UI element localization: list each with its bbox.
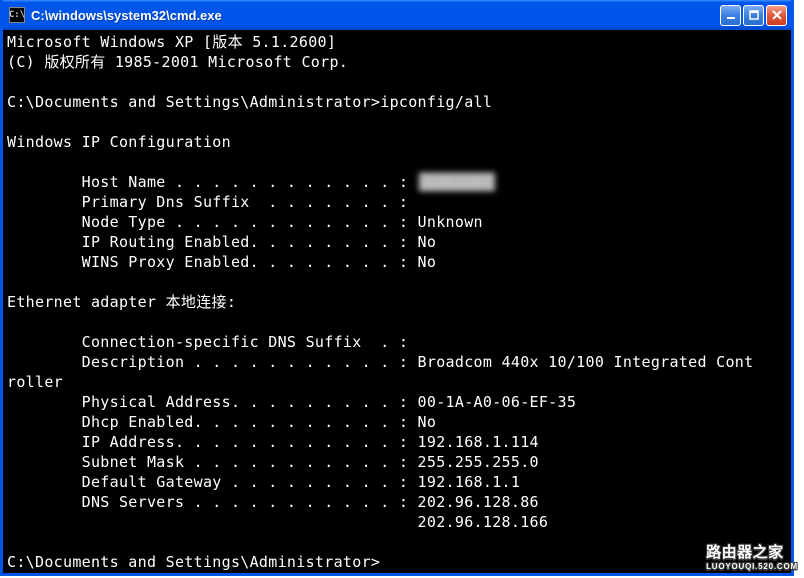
- physical-address: Physical Address. . . . . . . . . : 00-1…: [7, 393, 576, 411]
- ip-address: IP Address. . . . . . . . . . . . : 192.…: [7, 433, 539, 451]
- subnet-mask: Subnet Mask . . . . . . . . . . . : 255.…: [7, 453, 539, 471]
- os-header-line1: Microsoft Windows XP [版本 5.1.2600]: [7, 33, 336, 51]
- dns-servers-1: DNS Servers . . . . . . . . . . . : 202.…: [7, 493, 539, 511]
- ip-routing: IP Routing Enabled. . . . . . . . : No: [7, 233, 436, 251]
- dhcp-enabled: Dhcp Enabled. . . . . . . . . . . : No: [7, 413, 436, 431]
- cmd-window: C:\ C:\windows\system32\cmd.exe Microsof…: [0, 0, 794, 576]
- conn-dns-suffix: Connection-specific DNS Suffix . :: [7, 333, 408, 351]
- prompt-idle: C:\Documents and Settings\Administrator>: [7, 553, 380, 571]
- watermark-main: 路由器之家: [706, 544, 784, 561]
- watermark-sub: LUOYOUQI.520.COM: [706, 560, 798, 574]
- section-winip: Windows IP Configuration: [7, 133, 231, 151]
- titlebar[interactable]: C:\ C:\windows\system32\cmd.exe: [3, 0, 791, 30]
- watermark: 路由器之家 LUOYOUQI.520.COM: [706, 546, 798, 574]
- terminal-output[interactable]: Microsoft Windows XP [版本 5.1.2600] (C) 版…: [3, 30, 791, 573]
- os-header-line2: (C) 版权所有 1985-2001 Microsoft Corp.: [7, 53, 348, 71]
- primary-dns-suffix: Primary Dns Suffix . . . . . . . :: [7, 193, 408, 211]
- window-title: C:\windows\system32\cmd.exe: [31, 8, 720, 23]
- wins-proxy: WINS Proxy Enabled. . . . . . . . : No: [7, 253, 436, 271]
- app-icon: C:\: [9, 7, 25, 23]
- prompt-command: ipconfig/all: [380, 93, 492, 111]
- node-type: Node Type . . . . . . . . . . . . : Unkn…: [7, 213, 483, 231]
- prompt-path: C:\Documents and Settings\Administrator>: [7, 93, 380, 111]
- window-controls: [720, 5, 787, 26]
- default-gateway: Default Gateway . . . . . . . . . : 192.…: [7, 473, 520, 491]
- description: Description . . . . . . . . . . . : Broa…: [7, 353, 753, 371]
- description-wrap: roller: [7, 373, 63, 391]
- host-name-value: ████████: [418, 172, 497, 192]
- section-ethernet: Ethernet adapter 本地连接:: [7, 293, 236, 311]
- minimize-button[interactable]: [720, 5, 741, 26]
- dns-servers-2: 202.96.128.166: [7, 513, 548, 531]
- close-button[interactable]: [766, 5, 787, 26]
- maximize-button[interactable]: [743, 5, 764, 26]
- host-name-label: Host Name . . . . . . . . . . . . :: [7, 173, 418, 191]
